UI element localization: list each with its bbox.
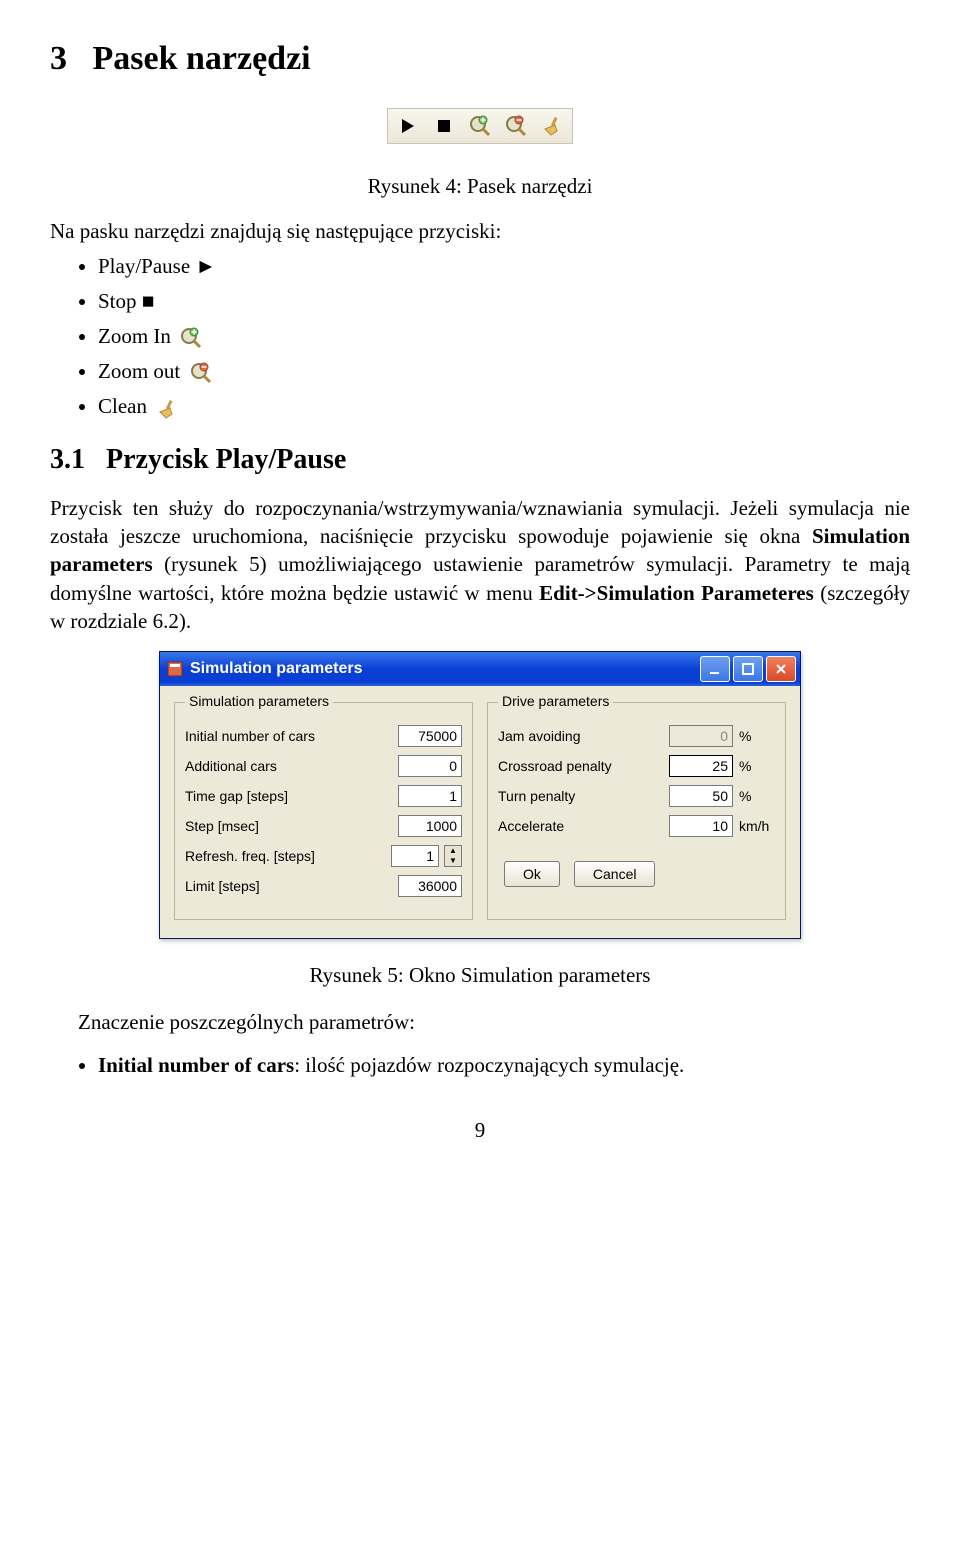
refresh-freq-spinner[interactable]: ▲▼ (444, 845, 462, 867)
unit-label: % (739, 788, 775, 804)
jam-avoiding-input (669, 725, 733, 747)
subsection-number: 3.1 (50, 444, 85, 475)
additional-cars-input[interactable] (398, 755, 462, 777)
unit-label: km/h (739, 818, 775, 834)
limit-input[interactable] (398, 875, 462, 897)
turn-penalty-input[interactable] (669, 785, 733, 807)
unit-label: % (739, 728, 775, 744)
unit-label: % (739, 758, 775, 774)
list-item: Clean (98, 394, 910, 419)
drive-parameters-group: Drive parameters Jam avoiding % Crossroa… (487, 702, 786, 920)
figure-5-caption: Rysunek 5: Okno Simulation parameters (50, 963, 910, 988)
play-icon (394, 113, 422, 139)
field-label: Step [msec] (185, 818, 392, 834)
figure-4 (50, 108, 910, 144)
minimize-button[interactable] (700, 656, 730, 682)
subsection-heading: 3.1 Przycisk Play/Pause (50, 444, 910, 476)
close-button[interactable] (766, 656, 796, 682)
meaning-line: Znaczenie poszczególnych parametrów: (50, 1008, 910, 1036)
list-item: Stop ■ (98, 289, 910, 314)
group-legend: Drive parameters (498, 693, 613, 709)
clean-icon (538, 113, 566, 139)
group-legend: Simulation parameters (185, 693, 333, 709)
list-item: Zoom out (98, 359, 910, 384)
dialog-titlebar[interactable]: Simulation parameters (160, 652, 800, 686)
field-label: Initial number of cars (185, 728, 392, 744)
zoom-in-icon (180, 327, 202, 349)
app-icon (166, 660, 184, 678)
page-number: 9 (50, 1118, 910, 1143)
dialog-title: Simulation parameters (190, 660, 700, 678)
cancel-button[interactable]: Cancel (574, 861, 656, 887)
list-item: Zoom In (98, 324, 910, 349)
paragraph-1: Przycisk ten służy do rozpoczynania/wstr… (50, 494, 910, 636)
figure-4-caption: Rysunek 4: Pasek narzędzi (50, 174, 910, 199)
list-item: Initial number of cars: ilość pojazdów r… (98, 1053, 910, 1078)
clean-icon (156, 398, 178, 420)
ok-button[interactable]: Ok (504, 861, 560, 887)
field-label: Crossroad penalty (498, 758, 663, 774)
section-number: 3 (50, 40, 67, 77)
toolbar-button-list: Play/Pause ► Stop ■ Zoom In Zoom out Cle… (50, 254, 910, 420)
field-label: Additional cars (185, 758, 392, 774)
zoom-in-icon (466, 113, 494, 139)
field-label: Jam avoiding (498, 728, 663, 744)
accelerate-input[interactable] (669, 815, 733, 837)
toolbar-strip (387, 108, 573, 144)
step-input[interactable] (398, 815, 462, 837)
time-gap-input[interactable] (398, 785, 462, 807)
field-label: Turn penalty (498, 788, 663, 804)
field-label: Accelerate (498, 818, 663, 834)
figure-5: Simulation parameters Simulation paramet… (50, 651, 910, 939)
field-label: Time gap [steps] (185, 788, 392, 804)
lead-text: Na pasku narzędzi znajdują się następują… (50, 219, 910, 244)
list-item: Play/Pause ► (98, 254, 910, 279)
spinner-down-icon[interactable]: ▼ (445, 856, 461, 866)
zoom-out-icon (190, 362, 212, 384)
zoom-out-icon (502, 113, 530, 139)
initial-cars-input[interactable] (398, 725, 462, 747)
refresh-freq-input[interactable] (391, 845, 439, 867)
subsection-title-text: Przycisk Play/Pause (106, 444, 346, 475)
simulation-parameters-group: Simulation parameters Initial number of … (174, 702, 473, 920)
field-label: Limit [steps] (185, 878, 392, 894)
dialog-body: Simulation parameters Initial number of … (160, 686, 800, 938)
spinner-up-icon[interactable]: ▲ (445, 846, 461, 856)
parameter-meaning-list: Initial number of cars: ilość pojazdów r… (50, 1053, 910, 1078)
section-title-text: Pasek narzędzi (93, 40, 311, 77)
simulation-parameters-dialog: Simulation parameters Simulation paramet… (159, 651, 801, 939)
stop-icon (430, 113, 458, 139)
field-label: Refresh. freq. [steps] (185, 848, 385, 864)
maximize-button[interactable] (733, 656, 763, 682)
section-heading: 3 Pasek narzędzi (50, 40, 910, 78)
crossroad-penalty-input[interactable] (669, 755, 733, 777)
